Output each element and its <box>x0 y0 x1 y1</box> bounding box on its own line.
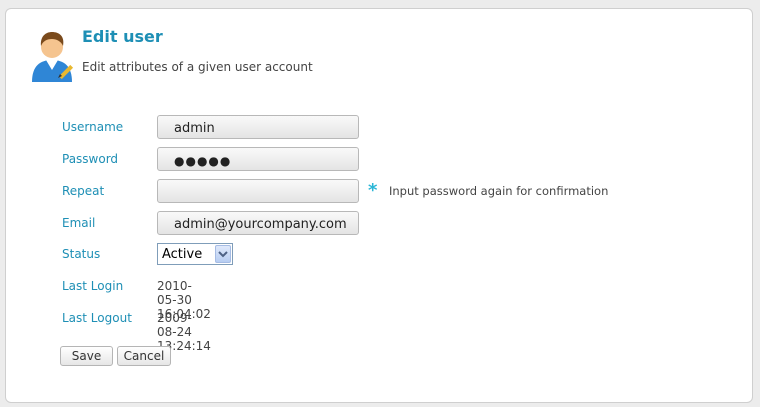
repeat-password-field[interactable] <box>157 179 359 203</box>
save-button[interactable]: Save <box>60 346 113 366</box>
username-label: Username <box>62 120 124 134</box>
last-login-label: Last Login <box>62 279 124 293</box>
page-title: Edit user <box>82 27 163 46</box>
password-label: Password <box>62 152 119 166</box>
page-subtitle: Edit attributes of a given user account <box>82 60 313 74</box>
status-selected-value: Active <box>162 247 203 262</box>
password-field[interactable] <box>157 147 359 171</box>
email-label: Email <box>62 216 96 230</box>
repeat-label: Repeat <box>62 184 105 198</box>
user-edit-icon <box>32 32 74 82</box>
edit-user-panel: Edit user Edit attributes of a given use… <box>5 8 753 403</box>
status-label: Status <box>62 247 101 261</box>
required-marker-icon: * <box>368 180 378 201</box>
email-field[interactable] <box>157 211 359 235</box>
status-select[interactable]: Active <box>157 243 233 265</box>
cancel-button[interactable]: Cancel <box>117 346 171 366</box>
username-field[interactable] <box>157 115 359 139</box>
last-logout-label: Last Logout <box>62 311 132 325</box>
repeat-hint: Input password again for confirmation <box>389 184 609 198</box>
dropdown-arrow-button[interactable] <box>215 245 231 263</box>
chevron-down-icon <box>218 251 228 258</box>
